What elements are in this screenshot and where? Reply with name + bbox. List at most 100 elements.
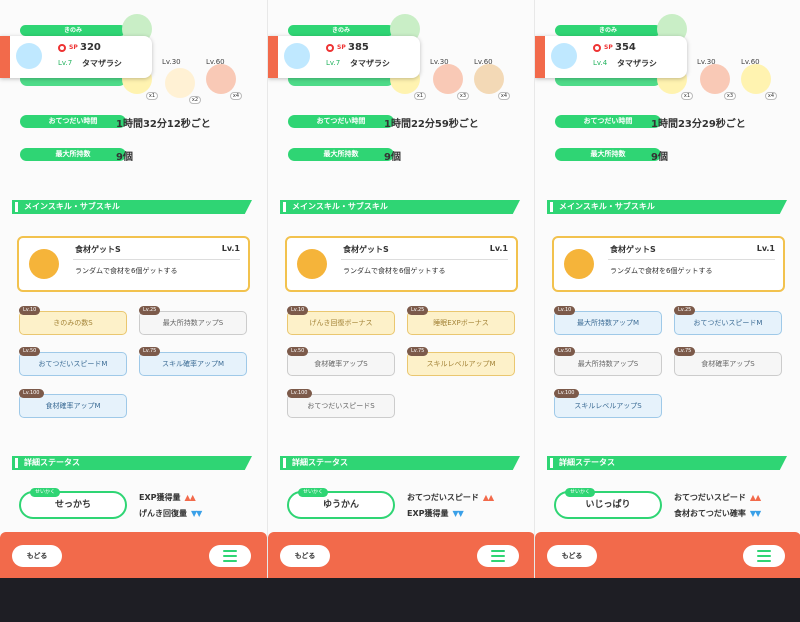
lock-icon: Lv.25 <box>407 306 429 315</box>
arrow-up-icon: ▲▲ <box>184 493 196 502</box>
help-time-label: おてつだい時間 <box>555 115 661 128</box>
main-skill-desc: ランダムで食材を6個ゲットする <box>610 267 713 275</box>
help-time-value: 1時間23分29秒ごと <box>651 119 746 130</box>
stat-up: EXP獲得量 ▲▲ <box>139 493 196 502</box>
sp-value: 385 <box>348 42 369 53</box>
details-section-header: 詳細ステータス <box>280 456 520 470</box>
details-section-header: 詳細ステータス <box>12 456 252 470</box>
menu-icon <box>491 550 505 562</box>
main-skill-name: 食材ゲットS <box>75 245 121 254</box>
ingredient-icon: x4 <box>206 64 242 100</box>
lock-icon: Lv.75 <box>674 347 696 356</box>
arrow-down-icon: ▼▼ <box>749 509 761 518</box>
pokemon-detail-panel-2: きのみ x1 Lv.30 x3 Lv.60 x4 SP 385 Lv.7 タマザ… <box>267 0 534 578</box>
max-carry-value: 9個 <box>651 152 668 163</box>
pokemon-detail-panel-3: きのみ x1 Lv.30 x3 Lv.60 x4 SP 354 Lv.4 タマザ… <box>534 0 800 578</box>
sp-value: 354 <box>615 42 636 53</box>
menu-button[interactable] <box>477 545 519 567</box>
sp-icon <box>58 44 66 52</box>
nature-tag: せいかく <box>30 488 60 497</box>
sp-label: SP <box>337 44 346 51</box>
pokemon-avatar <box>551 43 577 69</box>
arrow-up-icon: ▲▲ <box>749 493 761 502</box>
skill-apple-icon <box>564 249 594 279</box>
sp-icon <box>593 44 601 52</box>
lock-icon: Lv.75 <box>407 347 429 356</box>
sp-label: SP <box>69 44 78 51</box>
pokemon-popup[interactable]: SP 354 Lv.4 タマザラシ <box>535 36 687 78</box>
back-button[interactable]: もどる <box>547 545 597 567</box>
pokemon-popup[interactable]: SP 385 Lv.7 タマザラシ <box>268 36 420 78</box>
berry-label: きのみ <box>288 25 394 36</box>
main-skill-desc: ランダムで食材を6個ゲットする <box>75 267 178 275</box>
lock-icon: Lv.100 <box>554 389 579 398</box>
skills-section-header: メインスキル・サブスキル <box>547 200 787 214</box>
menu-icon <box>223 550 237 562</box>
pokemon-name: タマザラシ <box>617 59 657 68</box>
pokemon-detail-panel-1: きのみ x1 Lv.30 x2 Lv.60 x4 SP 320 Lv.7 タマザ… <box>0 0 267 578</box>
menu-button[interactable] <box>209 545 251 567</box>
sp-value: 320 <box>80 42 101 53</box>
sp-icon <box>326 44 334 52</box>
sp-label: SP <box>604 44 613 51</box>
pokemon-avatar <box>16 43 42 69</box>
lock-icon: Lv.10 <box>554 306 576 315</box>
stat-down: げんき回復量 ▼▼ <box>139 509 202 518</box>
lock-icon: Lv.25 <box>139 306 161 315</box>
help-time-label: おてつだい時間 <box>288 115 394 128</box>
main-skill-card[interactable]: 食材ゲットS Lv.1 ランダムで食材を6個ゲットする <box>285 236 518 292</box>
footer-bar: もどる <box>0 532 267 578</box>
arrow-down-icon: ▼▼ <box>191 509 202 518</box>
ingredient-icon: x4 <box>741 64 777 100</box>
pokemon-popup[interactable]: SP 320 Lv.7 タマザラシ <box>0 36 152 78</box>
pokemon-level: Lv.4 <box>593 59 608 67</box>
lock-icon: Lv.10 <box>19 306 41 315</box>
ingredient-icon: x3 <box>433 64 469 100</box>
pokemon-name: タマザラシ <box>82 59 122 68</box>
back-button[interactable]: もどる <box>12 545 62 567</box>
ingredient-icon: x2 <box>165 68 201 104</box>
footer-bar: もどる <box>535 532 800 578</box>
lock-icon: Lv.50 <box>287 347 309 356</box>
berry-label: きのみ <box>555 25 661 36</box>
max-carry-label: 最大所持数 <box>20 148 126 161</box>
unlock-level-30: Lv.30 <box>162 58 181 66</box>
lock-icon: Lv.75 <box>139 347 161 356</box>
menu-button[interactable] <box>743 545 785 567</box>
pokemon-level: Lv.7 <box>326 59 341 67</box>
pokemon-level: Lv.7 <box>58 59 73 67</box>
help-time-value: 1時間22分59秒ごと <box>384 119 479 130</box>
skills-section-header: メインスキル・サブスキル <box>280 200 520 214</box>
nature-tag: せいかく <box>565 488 595 497</box>
lock-icon: Lv.10 <box>287 306 309 315</box>
max-carry-value: 9個 <box>116 152 133 163</box>
ingredient-icon: x3 <box>700 64 736 100</box>
skill-apple-icon <box>297 249 327 279</box>
main-skill-desc: ランダムで食材を6個ゲットする <box>343 267 446 275</box>
skill-apple-icon <box>29 249 59 279</box>
max-carry-value: 9個 <box>384 152 401 163</box>
main-skill-card[interactable]: 食材ゲットS Lv.1 ランダムで食材を6個ゲットする <box>17 236 250 292</box>
footer-bar: もどる <box>268 532 534 578</box>
lock-icon: Lv.100 <box>19 389 44 398</box>
max-carry-label: 最大所持数 <box>288 148 394 161</box>
main-skill-card[interactable]: 食材ゲットS Lv.1 ランダムで食材を6個ゲットする <box>552 236 785 292</box>
stat-down: 食材おてつだい確率 ▼▼ <box>674 509 761 518</box>
stat-up: おてつだいスピード ▲▲ <box>674 493 761 502</box>
main-skill-level: Lv.1 <box>221 244 240 253</box>
main-skill-level: Lv.1 <box>756 244 775 253</box>
ingredient-icon: x4 <box>474 64 510 100</box>
nature-tag: せいかく <box>298 488 328 497</box>
skills-section-header: メインスキル・サブスキル <box>12 200 252 214</box>
screen: きのみ x1 Lv.30 x2 Lv.60 x4 SP 320 Lv.7 タマザ… <box>0 0 800 622</box>
max-carry-label: 最大所持数 <box>555 148 661 161</box>
lock-icon: Lv.25 <box>674 306 696 315</box>
help-time-label: おてつだい時間 <box>20 115 126 128</box>
arrow-down-icon: ▼▼ <box>452 509 464 518</box>
back-button[interactable]: もどる <box>280 545 330 567</box>
berry-label: きのみ <box>20 25 126 36</box>
main-skill-name: 食材ゲットS <box>343 245 389 254</box>
pokemon-avatar <box>284 43 310 69</box>
bottom-empty-area <box>0 578 800 622</box>
lock-icon: Lv.50 <box>554 347 576 356</box>
